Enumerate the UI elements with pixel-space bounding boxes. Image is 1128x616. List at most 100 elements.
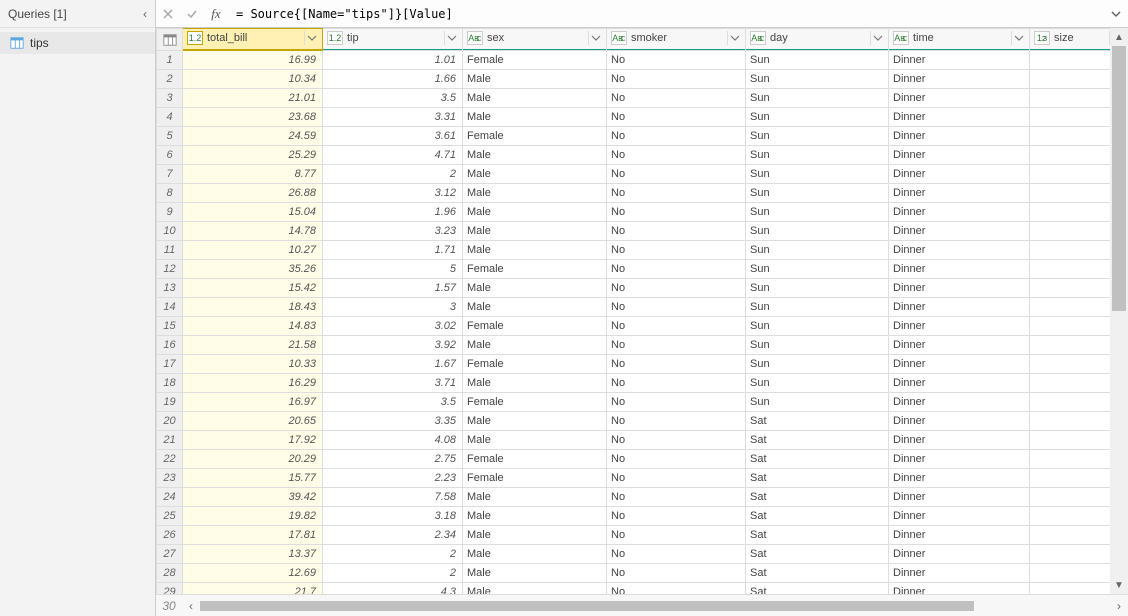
cell-time[interactable]: Dinner <box>889 393 1030 412</box>
cell-sex[interactable]: Female <box>463 260 607 279</box>
cell-smoker[interactable]: No <box>607 298 746 317</box>
cell-day[interactable]: Sat <box>746 412 889 431</box>
fx-button[interactable]: fx <box>204 0 228 27</box>
table-row[interactable]: 625.294.71MaleNoSunDinner <box>157 146 1128 165</box>
row-index[interactable]: 1 <box>157 51 183 70</box>
cell-smoker[interactable]: No <box>607 374 746 393</box>
cell-tip[interactable]: 3.35 <box>323 412 463 431</box>
cell-sex[interactable]: Female <box>463 469 607 488</box>
table-row[interactable]: 826.883.12MaleNoSunDinner <box>157 184 1128 203</box>
cell-time[interactable]: Dinner <box>889 298 1030 317</box>
cell-day[interactable]: Sat <box>746 431 889 450</box>
column-header-time[interactable]: ABCtime <box>889 29 1030 51</box>
cell-smoker[interactable]: No <box>607 146 746 165</box>
cell-tip[interactable]: 2 <box>323 564 463 583</box>
cell-day[interactable]: Sun <box>746 355 889 374</box>
cell-time[interactable]: Dinner <box>889 526 1030 545</box>
cell-sex[interactable]: Male <box>463 279 607 298</box>
cell-total_bill[interactable]: 15.04 <box>183 203 323 222</box>
cell-smoker[interactable]: No <box>607 450 746 469</box>
table-row[interactable]: 2117.924.08MaleNoSatDinner <box>157 431 1128 450</box>
table-row[interactable]: 423.683.31MaleNoSunDinner <box>157 108 1128 127</box>
cell-smoker[interactable]: No <box>607 507 746 526</box>
cell-day[interactable]: Sun <box>746 279 889 298</box>
cell-sex[interactable]: Male <box>463 203 607 222</box>
cell-tip[interactable]: 3 <box>323 298 463 317</box>
row-index[interactable]: 3 <box>157 89 183 108</box>
formula-input[interactable] <box>228 7 1104 21</box>
cell-time[interactable]: Dinner <box>889 431 1030 450</box>
cell-total_bill[interactable]: 19.82 <box>183 507 323 526</box>
cell-smoker[interactable]: No <box>607 355 746 374</box>
row-index[interactable]: 6 <box>157 146 183 165</box>
cell-tip[interactable]: 2.34 <box>323 526 463 545</box>
cell-smoker[interactable]: No <box>607 108 746 127</box>
table-row[interactable]: 2220.292.75FemaleNoSatDinner <box>157 450 1128 469</box>
row-index[interactable]: 28 <box>157 564 183 583</box>
row-index[interactable]: 17 <box>157 355 183 374</box>
cell-total_bill[interactable]: 25.29 <box>183 146 323 165</box>
cell-tip[interactable]: 3.5 <box>323 393 463 412</box>
row-index[interactable]: 25 <box>157 507 183 526</box>
cell-sex[interactable]: Male <box>463 222 607 241</box>
cell-sex[interactable]: Male <box>463 146 607 165</box>
table-row[interactable]: 1315.421.57MaleNoSunDinner <box>157 279 1128 298</box>
table-row[interactable]: 210.341.66MaleNoSunDinner <box>157 70 1128 89</box>
cell-time[interactable]: Dinner <box>889 469 1030 488</box>
type-icon[interactable]: 1.2 <box>327 31 343 45</box>
column-header-day[interactable]: ABCday <box>746 29 889 51</box>
cell-day[interactable]: Sat <box>746 507 889 526</box>
cell-time[interactable]: Dinner <box>889 260 1030 279</box>
cell-day[interactable]: Sat <box>746 488 889 507</box>
cell-total_bill[interactable]: 35.26 <box>183 260 323 279</box>
cell-total_bill[interactable]: 15.42 <box>183 279 323 298</box>
cell-tip[interactable]: 3.12 <box>323 184 463 203</box>
hscroll-track[interactable] <box>200 601 1110 611</box>
column-header-tip[interactable]: 1.2tip <box>323 29 463 51</box>
cell-time[interactable]: Dinner <box>889 545 1030 564</box>
type-icon[interactable]: ABC <box>467 31 483 45</box>
row-index[interactable]: 19 <box>157 393 183 412</box>
cell-tip[interactable]: 3.23 <box>323 222 463 241</box>
row-index[interactable]: 20 <box>157 412 183 431</box>
cell-tip[interactable]: 2 <box>323 545 463 564</box>
cell-day[interactable]: Sun <box>746 70 889 89</box>
hscroll-thumb[interactable] <box>200 601 974 611</box>
cell-smoker[interactable]: No <box>607 317 746 336</box>
cell-smoker[interactable]: No <box>607 241 746 260</box>
cell-day[interactable]: Sat <box>746 564 889 583</box>
cell-sex[interactable]: Male <box>463 526 607 545</box>
cell-smoker[interactable]: No <box>607 89 746 108</box>
table-row[interactable]: 524.593.61FemaleNoSunDinner <box>157 127 1128 146</box>
cell-sex[interactable]: Male <box>463 70 607 89</box>
row-index[interactable]: 8 <box>157 184 183 203</box>
cell-total_bill[interactable]: 18.43 <box>183 298 323 317</box>
scroll-thumb[interactable] <box>1112 46 1126 311</box>
row-index[interactable]: 9 <box>157 203 183 222</box>
table-row[interactable]: 1816.293.71MaleNoSunDinner <box>157 374 1128 393</box>
column-header-total_bill[interactable]: 1.2total_bill <box>183 29 323 51</box>
cell-day[interactable]: Sun <box>746 222 889 241</box>
cell-smoker[interactable]: No <box>607 488 746 507</box>
cell-time[interactable]: Dinner <box>889 488 1030 507</box>
cell-tip[interactable]: 3.92 <box>323 336 463 355</box>
cell-tip[interactable]: 3.71 <box>323 374 463 393</box>
cell-smoker[interactable]: No <box>607 70 746 89</box>
cell-day[interactable]: Sun <box>746 165 889 184</box>
table-row[interactable]: 2713.372MaleNoSatDinner <box>157 545 1128 564</box>
cell-tip[interactable]: 7.58 <box>323 488 463 507</box>
column-header-sex[interactable]: ABCsex <box>463 29 607 51</box>
cell-total_bill[interactable]: 20.65 <box>183 412 323 431</box>
cell-time[interactable]: Dinner <box>889 336 1030 355</box>
cell-day[interactable]: Sat <box>746 583 889 595</box>
cell-time[interactable]: Dinner <box>889 241 1030 260</box>
cell-sex[interactable]: Female <box>463 450 607 469</box>
cell-tip[interactable]: 1.66 <box>323 70 463 89</box>
cell-time[interactable]: Dinner <box>889 203 1030 222</box>
cell-time[interactable]: Dinner <box>889 317 1030 336</box>
row-index[interactable]: 13 <box>157 279 183 298</box>
row-index[interactable]: 11 <box>157 241 183 260</box>
table-row[interactable]: 1514.833.02FemaleNoSunDinner <box>157 317 1128 336</box>
cell-time[interactable]: Dinner <box>889 507 1030 526</box>
table-row[interactable]: 1110.271.71MaleNoSunDinner <box>157 241 1128 260</box>
